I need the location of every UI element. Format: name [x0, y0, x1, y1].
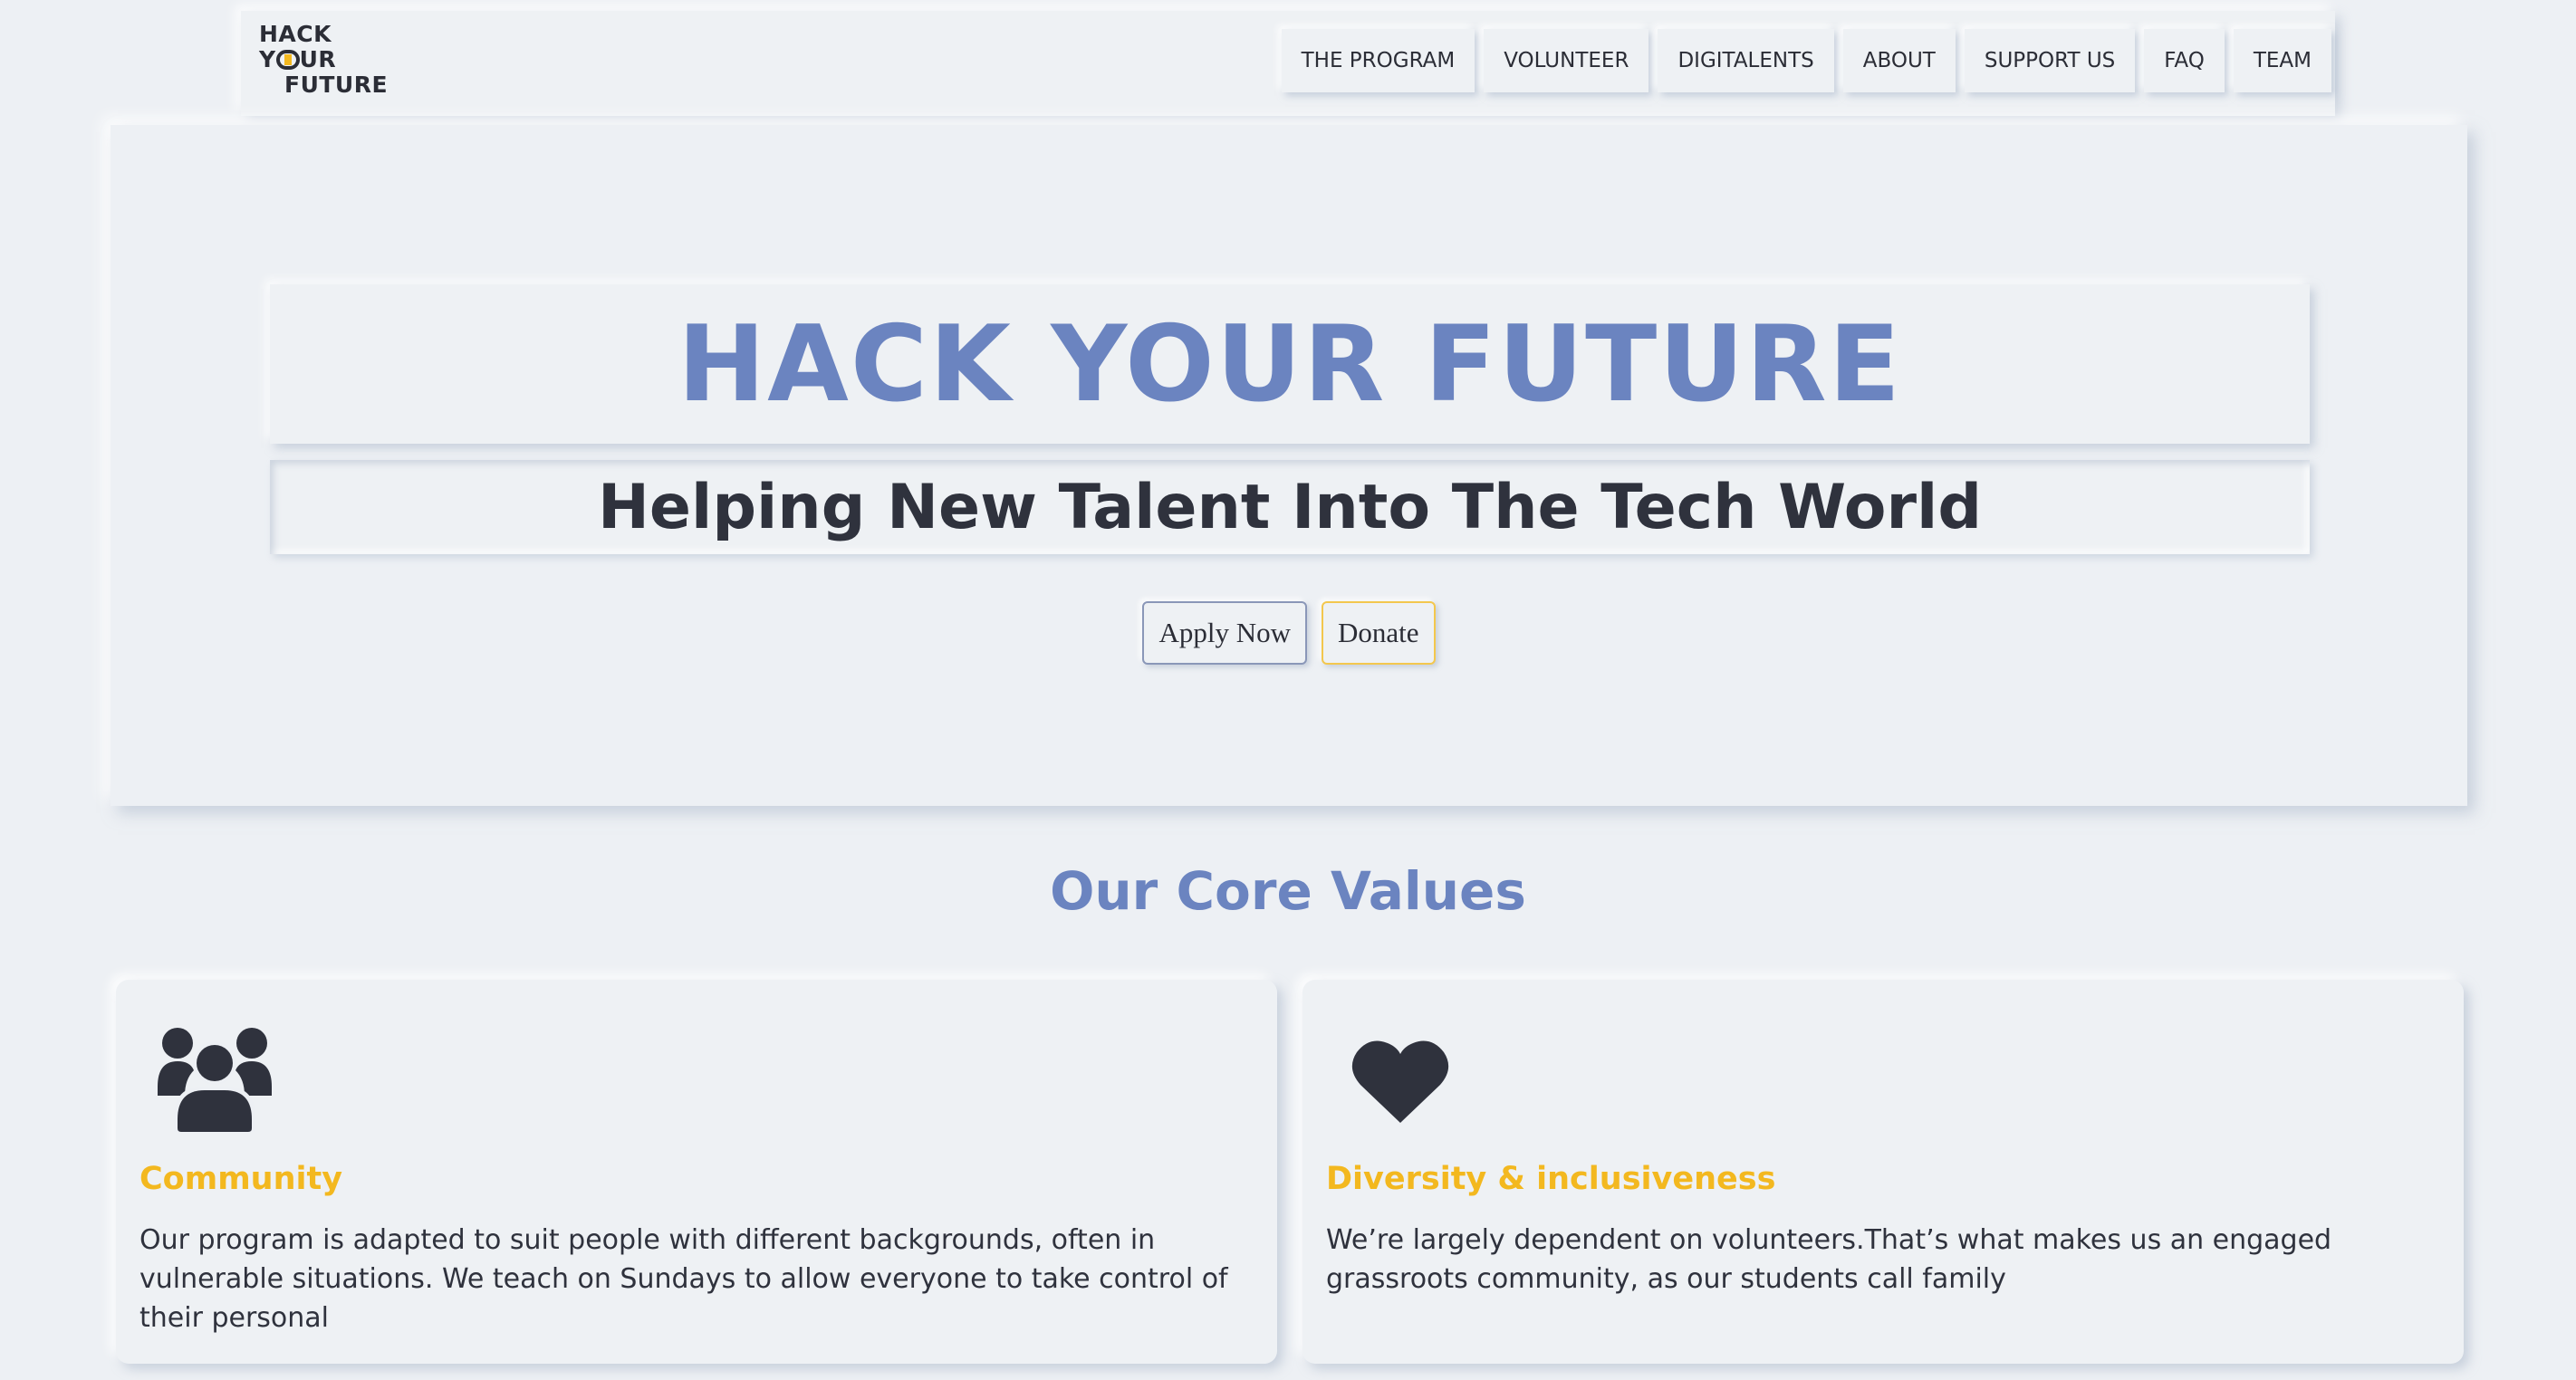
hero-subtitle: Helping New Talent Into The Tech World — [597, 471, 1982, 543]
card-title: Community — [139, 1161, 343, 1197]
card-text: Our program is adapted to suit people wi… — [139, 1224, 1228, 1334]
nav-item-faq[interactable]: FAQ — [2144, 29, 2225, 92]
hero-section: HACK YOUR FUTURE Helping New Talent Into… — [111, 125, 2467, 806]
nav-item-digitalents[interactable]: DIGITALENTS — [1658, 29, 1834, 92]
nav-item-team[interactable]: TEAM — [2233, 29, 2331, 92]
users-icon — [158, 1025, 272, 1136]
hero-buttons: Apply Now Donate — [111, 601, 2467, 665]
nav-item-about[interactable]: ABOUT — [1842, 29, 1956, 92]
card-text: We’re largely dependent on volunteers.Th… — [1326, 1224, 2332, 1295]
nav-item-volunteer[interactable]: VOLUNTEER — [1484, 29, 1649, 92]
hyf-logo[interactable]: HACK Y UR FUTURE — [259, 22, 388, 98]
logo-line-2: Y UR — [259, 46, 337, 72]
core-values-title: Our Core Values — [1050, 860, 1526, 922]
value-card-community: Community Our program is adapted to suit… — [116, 980, 1277, 1364]
nav-item-support-us[interactable]: SUPPORT US — [1964, 29, 2136, 92]
hero-title: HACK YOUR FUTURE — [678, 302, 1902, 426]
heart-icon — [1351, 1040, 1449, 1126]
apply-now-button[interactable]: Apply Now — [1142, 601, 1307, 665]
logo-o-mark-icon — [275, 50, 300, 70]
logo-line-1: HACK — [259, 21, 332, 47]
hero-subtitle-box: Helping New Talent Into The Tech World — [270, 460, 2310, 554]
logo-line-3: FUTURE — [284, 72, 389, 98]
value-card-diversity: Diversity & inclusiveness We’re largely … — [1302, 980, 2464, 1364]
main-nav: THE PROGRAM VOLUNTEER DIGITALENTS ABOUT … — [1281, 29, 2331, 92]
nav-item-the-program[interactable]: THE PROGRAM — [1281, 29, 1475, 92]
donate-button[interactable]: Donate — [1322, 601, 1436, 665]
card-title: Diversity & inclusiveness — [1326, 1161, 1776, 1197]
site-header: HACK Y UR FUTURE THE PROGRAM VOLUNTEER DI… — [241, 11, 2335, 116]
hero-title-box: HACK YOUR FUTURE — [270, 284, 2310, 444]
